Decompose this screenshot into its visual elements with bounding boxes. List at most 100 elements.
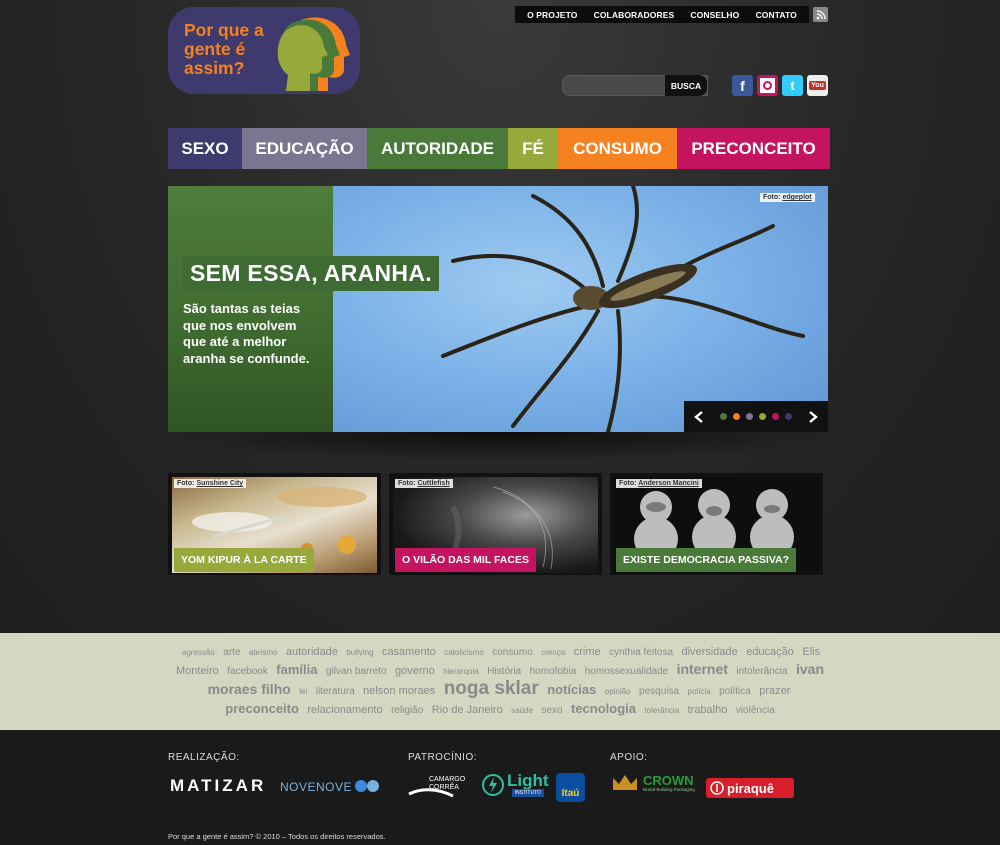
thumb-card-2[interactable]: Foto: Cuttlefish O VILÃO DAS MIL FACES: [389, 473, 602, 575]
nav-sexo[interactable]: SEXO: [168, 128, 242, 169]
search-input[interactable]: [567, 78, 663, 93]
tag-link[interactable]: casamento: [382, 646, 436, 658]
hero-shadow: [150, 432, 850, 462]
nav-fe[interactable]: FÉ: [508, 128, 558, 169]
tag-link[interactable]: educação: [746, 646, 794, 658]
thumb-title-1[interactable]: YOM KIPUR À LA CARTE: [174, 548, 314, 572]
footer-apoio-heading: APOIO:: [610, 752, 648, 763]
tag-link[interactable]: trabalho: [688, 704, 728, 716]
slider-dot-3[interactable]: [746, 413, 753, 420]
matizar-logo[interactable]: MATIZAR: [170, 776, 266, 796]
light-logo[interactable]: Light INSTITUTO: [481, 772, 549, 797]
tag-link[interactable]: religião: [391, 705, 423, 716]
tag-link[interactable]: ateísmo: [249, 648, 277, 657]
tag-link[interactable]: agressão: [182, 648, 215, 657]
tag-link[interactable]: facebook: [227, 666, 268, 677]
hero-photo-credit: Foto: edgeplot: [760, 193, 815, 202]
menu-conselho[interactable]: CONSELHO: [690, 10, 739, 20]
tag-link[interactable]: gilvan barreto: [326, 666, 387, 677]
tag-link[interactable]: polícia: [688, 687, 711, 696]
piraque-logo[interactable]: piraquê: [706, 778, 794, 798]
copyright-text: Por que a gente é assim? © 2010 – Todos …: [168, 832, 386, 841]
tag-link[interactable]: catolicismo: [444, 648, 484, 657]
crown-icon: [613, 775, 637, 790]
tag-link[interactable]: relacionamento: [307, 704, 382, 716]
thumb-credit-3: Foto: Anderson Mancini: [616, 479, 702, 488]
tag-link[interactable]: História: [487, 666, 521, 677]
tag-link[interactable]: intolerância: [736, 666, 787, 677]
thumb-title-2[interactable]: O VILÃO DAS MIL FACES: [395, 548, 536, 572]
menu-o-projeto[interactable]: O PROJETO: [527, 10, 577, 20]
hero-spider-image[interactable]: [333, 186, 828, 432]
tag-link[interactable]: autoridade: [286, 646, 338, 658]
tag-link[interactable]: pesquisa: [639, 686, 679, 697]
tag-link[interactable]: opinião: [605, 687, 631, 696]
itau-logo[interactable]: Itaú: [556, 773, 585, 802]
thumb-card-1[interactable]: Foto: Sunshine City YOM KIPUR À LA CARTE: [168, 473, 381, 575]
tag-link[interactable]: literatura: [316, 686, 355, 697]
camargo-correa-logo[interactable]: CAMARGO CORRÊA: [407, 774, 469, 802]
thumb-title-3[interactable]: EXISTE DEMOCRACIA PASSIVA?: [616, 548, 797, 572]
slider-dot-2[interactable]: [733, 413, 740, 420]
tag-link[interactable]: família: [276, 662, 317, 677]
site-logo[interactable]: Por que a gente é assim?: [168, 7, 360, 94]
tag-link[interactable]: nelson moraes: [363, 685, 435, 697]
tag-link[interactable]: violência: [736, 705, 775, 716]
tag-link[interactable]: notícias: [547, 682, 596, 697]
prev-arrow-icon[interactable]: [694, 410, 704, 423]
tag-link[interactable]: noga sklar: [444, 678, 539, 699]
novenove-mark-icon: [355, 780, 380, 792]
slider-dot-5[interactable]: [772, 413, 779, 420]
novenove-logo[interactable]: NOVENOVE: [280, 778, 380, 796]
twitter-icon[interactable]: t: [782, 75, 803, 96]
tag-link[interactable]: internet: [677, 661, 728, 677]
slider-dot-4[interactable]: [759, 413, 766, 420]
footer-realizacao-heading: REALIZAÇÃO:: [168, 752, 240, 763]
tag-link[interactable]: homossexualidade: [585, 666, 668, 677]
tag-link[interactable]: homofobia: [530, 666, 577, 677]
tag-cloud: agressão arte ateísmo autoridade bullyin…: [0, 633, 1000, 730]
tag-link[interactable]: crime: [574, 646, 601, 658]
tag-link[interactable]: governo: [395, 665, 435, 677]
crown-logo[interactable]: CROWN Brand-Building Packaging: [610, 772, 695, 794]
nav-educacao[interactable]: EDUCAÇÃO: [242, 128, 367, 169]
tag-link[interactable]: diversidade: [681, 646, 737, 658]
facebook-icon[interactable]: f: [732, 75, 753, 96]
tag-link[interactable]: crença: [541, 648, 565, 657]
tag-link[interactable]: consumo: [492, 647, 533, 658]
thumb-card-3[interactable]: Foto: Anderson Mancini EXISTE DEMOCRACIA…: [610, 473, 823, 575]
tag-link[interactable]: saúde: [511, 706, 533, 715]
tag-link[interactable]: política: [719, 686, 751, 697]
slider-dot-1[interactable]: [720, 413, 727, 420]
tag-link[interactable]: hierarquia: [443, 667, 479, 676]
category-nav: SEXO EDUCAÇÃO AUTORIDADE FÉ CONSUMO PREC…: [168, 128, 830, 169]
slider-dot-6[interactable]: [785, 413, 792, 420]
tag-link[interactable]: Rio de Janeiro: [432, 704, 503, 716]
rss-icon[interactable]: [813, 7, 828, 22]
nav-autoridade[interactable]: AUTORIDADE: [367, 128, 508, 169]
orkut-icon[interactable]: [757, 75, 778, 96]
tag-link[interactable]: prazer: [759, 685, 790, 697]
menu-contato[interactable]: CONTATO: [756, 10, 797, 20]
search-button[interactable]: BUSCA: [665, 75, 707, 96]
light-bolt-icon: [482, 773, 504, 796]
nav-preconceito[interactable]: PRECONCEITO: [677, 128, 830, 169]
credit-link[interactable]: edgeplot: [782, 194, 811, 201]
tag-link[interactable]: arte: [223, 647, 240, 658]
piraque-mark-icon: [710, 781, 724, 795]
tag-link[interactable]: preconceito: [225, 701, 299, 716]
footer-patrocinio-heading: PATROCÍNIO:: [408, 752, 478, 763]
tag-link[interactable]: sexo: [541, 705, 562, 716]
tag-link[interactable]: tecnologia: [571, 701, 636, 716]
credit-prefix: Foto:: [763, 194, 781, 201]
tag-link[interactable]: bullying: [346, 648, 373, 657]
hero-title[interactable]: SEM ESSA, ARANHA.: [183, 256, 439, 291]
tag-link[interactable]: tolerância: [644, 706, 679, 715]
tag-link[interactable]: cynthia feitosa: [609, 647, 673, 658]
youtube-icon[interactable]: You: [807, 75, 828, 96]
tag-link[interactable]: lei: [299, 687, 307, 696]
menu-colaboradores[interactable]: COLABORADORES: [594, 10, 675, 20]
next-arrow-icon[interactable]: [808, 410, 818, 423]
nav-consumo[interactable]: CONSUMO: [558, 128, 677, 169]
thumb-credit-1: Foto: Sunshine City: [174, 479, 247, 488]
